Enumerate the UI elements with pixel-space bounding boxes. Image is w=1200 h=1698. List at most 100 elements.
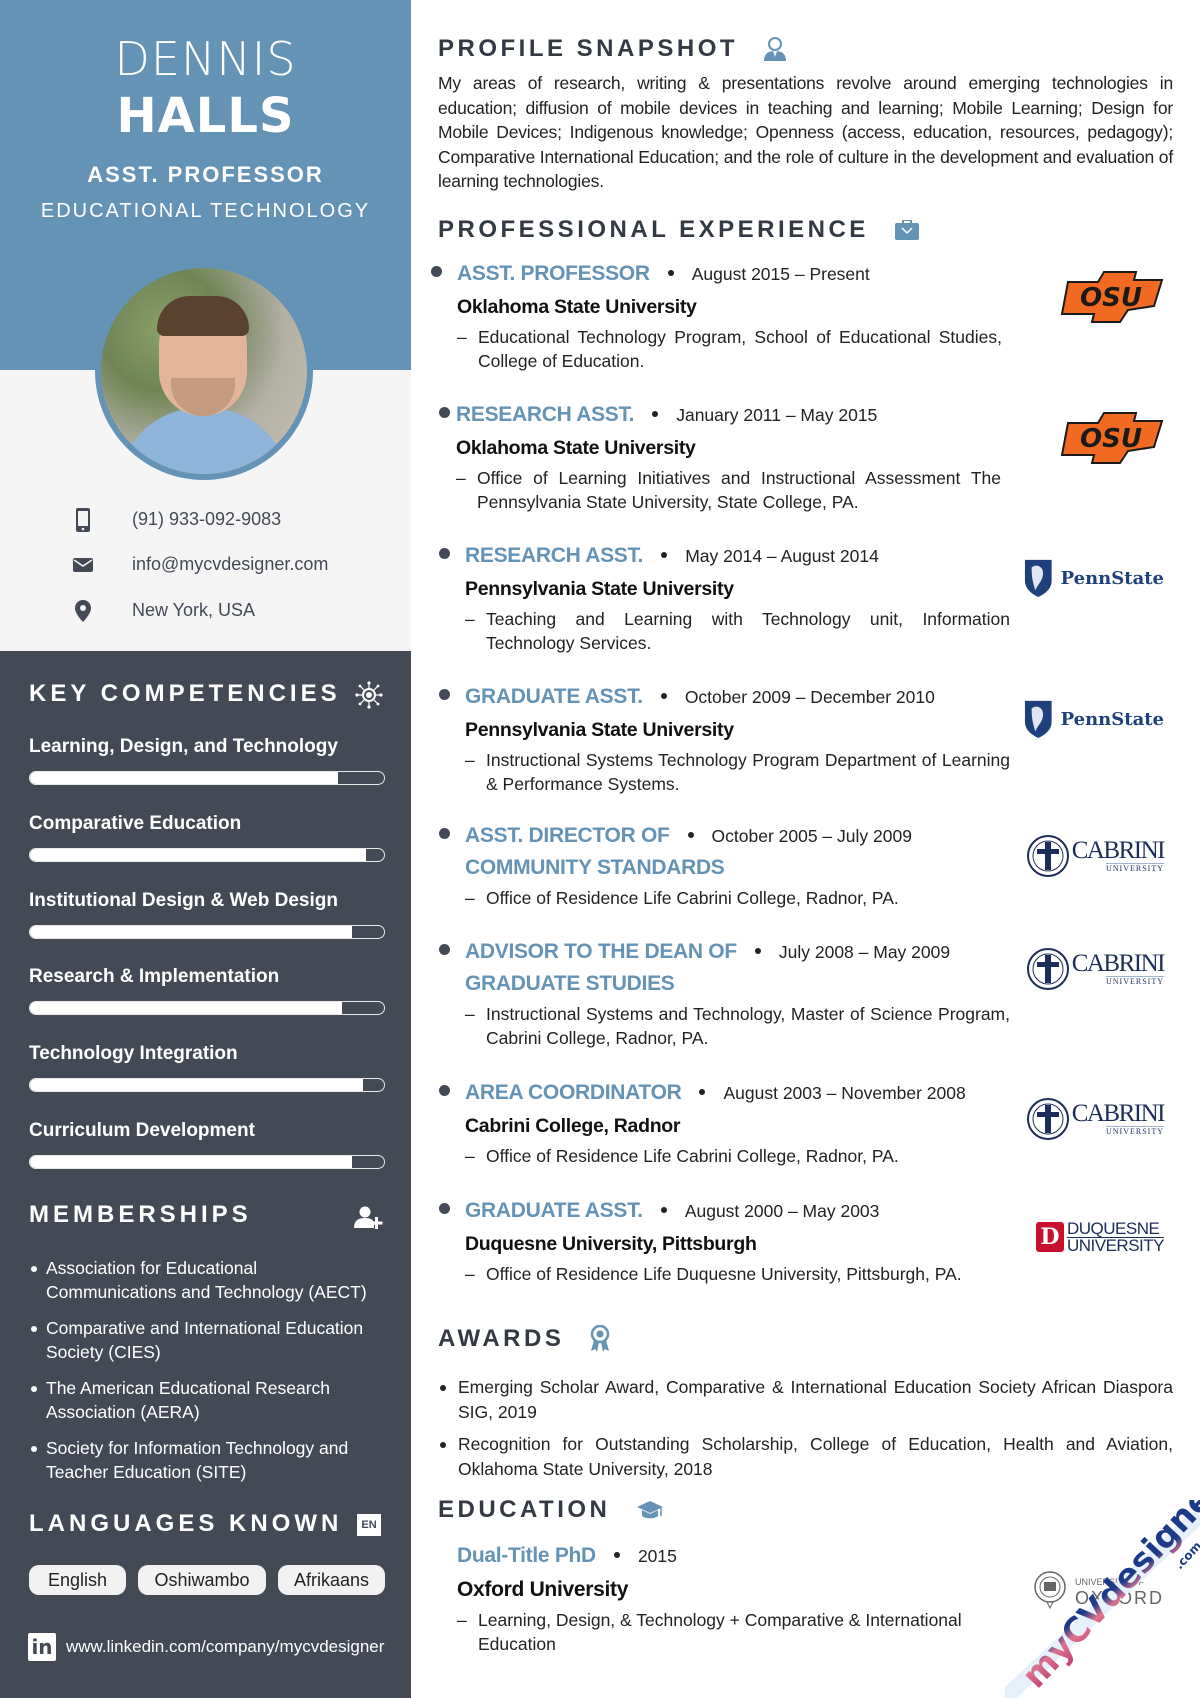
main-content: PROFILE SNAPSHOT My areas of research, w… [411,0,1200,1698]
experience-desc: Instructional Systems Technology Program… [465,748,1010,796]
membership-item: The American Educational Research Associ… [29,1376,389,1424]
skill-bar [29,925,385,939]
language-badge: EN [357,1514,381,1536]
experience-date: August 2003 – November 2008 [723,1083,966,1103]
language-pill: Afrikaans [278,1565,385,1595]
language-pill: English [29,1565,126,1595]
skill-bar-fill [30,926,353,938]
education-degree: Dual-Title PhD [457,1544,596,1567]
profile-heading: PROFILE SNAPSHOT [438,35,787,63]
awards-heading-text: AWARDS [438,1325,565,1352]
phone-number[interactable]: (91) 933-092-9083 [132,509,281,530]
experience-desc: Teaching and Learning with Technology un… [465,607,1010,655]
bullet [431,266,442,277]
skill-item: Research & Implementation [29,966,385,1015]
experience-date: October 2005 – July 2009 [711,826,912,846]
experience-date: October 2009 – December 2010 [684,687,935,707]
first-name: DENNIS [114,32,297,86]
experience-org: Pennsylvania State University [465,719,734,741]
bullet [439,828,450,839]
experience-date: August 2000 – May 2003 [684,1201,880,1221]
experience-title: RESEARCH ASST. [465,544,644,567]
bullet [439,944,450,955]
experience-title: GRADUATE ASST. [465,685,643,708]
experience-item: ASST. DIRECTOR OF October 2005 – July 200… [439,824,1039,910]
awards-heading: AWARDS [438,1325,610,1353]
map-pin-icon [70,598,96,624]
experience-org: Oklahoma State University [456,437,696,459]
cabrini-logo: CABRINI UNIVERSITY [1024,939,1166,999]
bullet [439,407,450,418]
contact-email: info@mycvdesigner.com [70,552,328,578]
award-item: Emerging Scholar Award, Comparative & In… [438,1375,1173,1424]
skill-label: Research & Implementation [29,966,280,987]
membership-item: Society for Information Technology and T… [29,1436,389,1484]
languages-list: English Oshiwambo Afrikaans [29,1565,385,1595]
experience-desc: Office of Learning Initiatives and Instr… [456,466,1001,514]
pennstate-logo: PennState [1024,548,1164,608]
bullet [439,689,450,700]
location: New York, USA [132,600,256,620]
svg-text:OSU: OSU [1080,283,1142,313]
skill-item: Institutional Design & Web Design [29,890,385,939]
job-department: EDUCATIONAL TECHNOLOGY [40,200,371,222]
membership-item: Association for Educational Communicatio… [29,1256,389,1304]
bullet [439,1203,450,1214]
experience-title-continued: COMMUNITY STANDARDS [465,856,725,879]
experience-heading-text: PROFESSIONAL EXPERIENCE [438,216,869,243]
competencies-heading: KEY COMPETENCIES [29,680,341,707]
profile-photo [101,268,307,474]
education-year: 2015 [637,1546,677,1566]
experience-item: GRADUATE ASST. August 2000 – May 2003 Duq… [439,1199,1039,1286]
languages-heading: LANGUAGES KNOWN [29,1510,343,1537]
skill-bar-fill [30,1079,363,1091]
skill-label: Curriculum Development [29,1120,255,1141]
skill-item: Curriculum Development [29,1120,385,1169]
email-address[interactable]: info@mycvdesigner.com [132,554,328,575]
experience-item: ASST. PROFESSOR August 2015 – Present Okl… [431,262,1031,373]
linkedin-link[interactable]: in www.linkedin.com/company/mycvdesigner [28,1633,384,1661]
award-item: Recognition for Outstanding Scholarship,… [438,1432,1173,1481]
bullet [439,1085,450,1096]
profile-heading-text: PROFILE SNAPSHOT [438,35,739,62]
experience-title: AREA COORDINATOR [465,1081,682,1104]
skill-bar [29,1078,385,1092]
education-heading: EDUCATION [438,1496,664,1524]
contact-phone: (91) 933-092-9083 [70,507,281,533]
skill-label: Technology Integration [29,1043,238,1064]
experience-org: Pennsylvania State University [465,578,734,600]
svg-text:OSU: OSU [1080,424,1142,454]
skill-label: Comparative Education [29,813,242,834]
experience-heading: PROFESSIONAL EXPERIENCE [438,216,919,244]
oxford-logo: UNIVERSITY OF OXFORD [1024,1560,1164,1620]
skill-bar [29,848,385,862]
envelope-icon [70,552,96,578]
experience-title: ASST. PROFESSOR [457,262,650,285]
skill-item: Technology Integration [29,1043,385,1092]
cabrini-logo: CABRINI UNIVERSITY [1024,826,1166,886]
skill-bar-fill [30,772,338,784]
skill-item: Learning, Design, and Technology [29,736,385,785]
experience-item: GRADUATE ASST. October 2009 – December 20… [439,685,1039,796]
pennstate-logo: PennState [1024,689,1164,749]
experience-org: Cabrini College, Radnor [465,1115,681,1137]
experience-org: Oklahoma State University [457,296,697,318]
experience-title: ASST. DIRECTOR OF [465,824,670,847]
linkedin-url[interactable]: www.linkedin.com/company/mycvdesigner [66,1637,384,1657]
user-icon [764,37,787,61]
award-ribbon-icon [590,1325,610,1353]
education-item: Dual-Title PhD 2015 Oxford University Lea… [457,1544,1017,1656]
graduation-cap-icon [636,1500,664,1520]
education-school: Oxford University [457,1578,629,1601]
experience-desc: Office of Residence Life Cabrini College… [465,1144,1010,1168]
memberships-list: Association for Educational Communicatio… [29,1256,389,1496]
contact-location: New York, USA [70,598,255,624]
awards-list: Emerging Scholar Award, Comparative & In… [438,1375,1173,1489]
profile-summary: My areas of research, writing & presenta… [438,73,1173,191]
job-title: ASST. PROFESSOR [87,162,324,187]
experience-desc: Office of Residence Life Cabrini College… [465,886,1010,910]
experience-date: May 2014 – August 2014 [685,546,879,566]
sidebar: DENNIS HALLS ASST. PROFESSOR EDUCATIONAL… [0,0,411,1698]
last-name: HALLS [116,88,295,144]
experience-item: RESEARCH ASST. January 2011 – May 2015 Ok… [439,403,1039,514]
